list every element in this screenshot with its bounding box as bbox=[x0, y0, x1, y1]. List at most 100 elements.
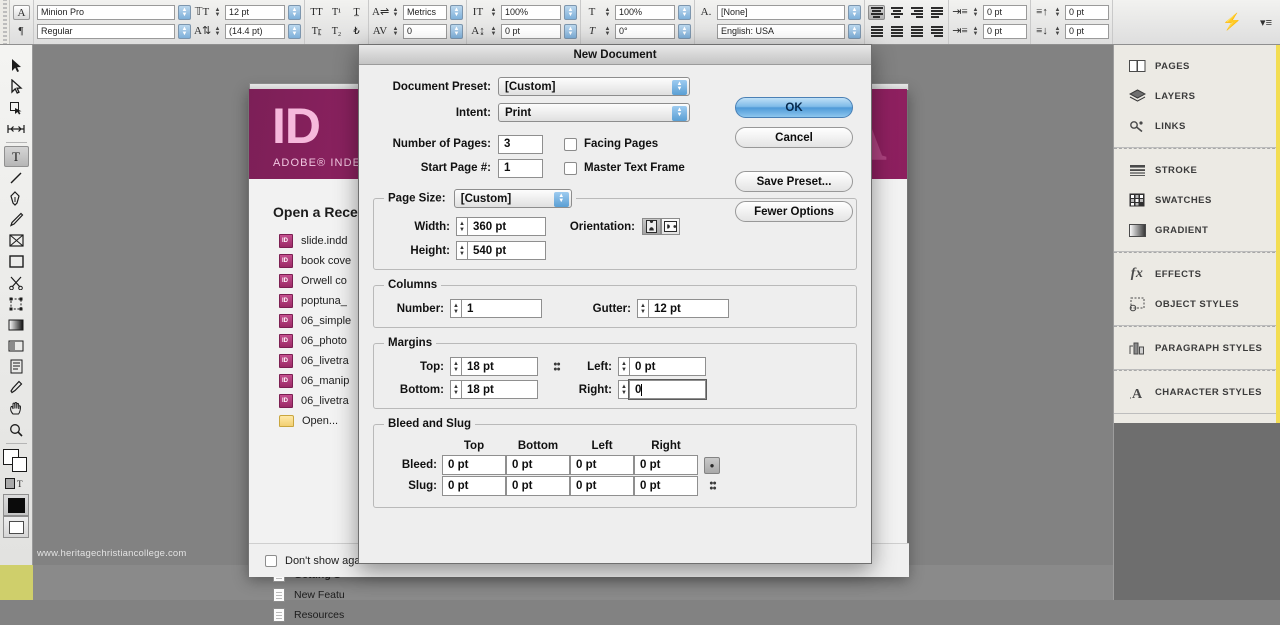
chevron-updown-icon[interactable]: ▲ ▼ bbox=[672, 105, 687, 121]
space-after-field[interactable]: 0 pt bbox=[1065, 24, 1109, 39]
tracking-field[interactable]: 0 bbox=[403, 24, 447, 39]
panel-gradient[interactable]: GRADIENT bbox=[1114, 215, 1280, 245]
control-panel-grip[interactable] bbox=[0, 0, 10, 44]
small-caps-icon[interactable]: Tṟ bbox=[308, 24, 325, 39]
fewer-options-button[interactable]: Fewer Options bbox=[735, 201, 853, 222]
eyedropper-tool[interactable] bbox=[4, 377, 29, 398]
cancel-button[interactable]: Cancel bbox=[735, 127, 853, 148]
fill-and-stroke-swatch[interactable] bbox=[3, 449, 29, 473]
number-of-pages-input[interactable]: 3 bbox=[498, 134, 543, 154]
language-field[interactable]: English: USA bbox=[717, 24, 845, 39]
pencil-tool[interactable] bbox=[4, 209, 29, 230]
rectangle-tool[interactable] bbox=[4, 251, 29, 272]
kerning-field[interactable]: Metrics bbox=[403, 5, 447, 20]
zoom-tool[interactable] bbox=[4, 419, 29, 440]
margin-top-input[interactable]: 18 pt bbox=[461, 357, 538, 376]
leading-field[interactable]: (14.4 pt) bbox=[225, 24, 285, 39]
orientation-portrait-button[interactable] bbox=[642, 218, 661, 235]
save-preset-button[interactable]: Save Preset... bbox=[735, 171, 853, 192]
space-before-field[interactable]: 0 pt bbox=[1065, 5, 1109, 20]
ok-button[interactable]: OK bbox=[735, 97, 853, 118]
paragraph-formatting-icon[interactable]: ¶ bbox=[13, 24, 29, 39]
slug-bottom-input[interactable]: 0 pt bbox=[506, 476, 570, 496]
selection-tool[interactable] bbox=[4, 55, 29, 76]
strikethrough-icon[interactable]: ₺ bbox=[348, 24, 365, 39]
skew-field[interactable]: 0° bbox=[615, 24, 675, 39]
control-paragraph-char-toggle[interactable]: A ¶ bbox=[10, 0, 34, 44]
skew-stepper[interactable]: ▲ ▼ bbox=[603, 24, 612, 39]
control-panel-menu-icon[interactable]: ▾≡ bbox=[1252, 16, 1280, 29]
panel-effects[interactable]: fx EFFECTS bbox=[1114, 259, 1280, 289]
margin-left-input[interactable]: 0 pt bbox=[629, 357, 706, 376]
type-tool[interactable]: T bbox=[3, 146, 29, 167]
kerning-dropdown-icon[interactable]: ▲ ▼ bbox=[450, 5, 463, 20]
formatting-affects-container-icon[interactable]: T bbox=[4, 473, 29, 494]
width-stepper[interactable]: ▲ ▼ bbox=[456, 217, 467, 236]
columns-number-stepper[interactable]: ▲ ▼ bbox=[450, 299, 461, 318]
free-transform-tool[interactable] bbox=[4, 293, 29, 314]
vertical-scale-stepper[interactable]: ▲ ▼ bbox=[489, 5, 498, 20]
panel-pages[interactable]: PAGES bbox=[1114, 51, 1280, 81]
margin-right-stepper[interactable]: ▲ ▼ bbox=[618, 380, 629, 399]
font-style-dropdown-icon[interactable]: ▲ ▼ bbox=[178, 24, 191, 39]
fill-swatch[interactable] bbox=[12, 457, 27, 472]
horizontal-scale-dropdown-icon[interactable]: ▲ ▼ bbox=[678, 5, 691, 20]
justify-right-icon[interactable] bbox=[888, 24, 905, 39]
resources-item[interactable]: Resources bbox=[273, 605, 345, 625]
gradient-feather-tool[interactable] bbox=[4, 335, 29, 356]
bleed-link-all-button[interactable]: ● bbox=[704, 456, 720, 474]
left-indent-stepper[interactable]: ▲ ▼ bbox=[971, 5, 980, 20]
baseline-shift-stepper[interactable]: ▲ ▼ bbox=[489, 24, 498, 39]
leading-stepper[interactable]: ▲ ▼ bbox=[213, 24, 222, 39]
panel-layers[interactable]: LAYERS bbox=[1114, 81, 1280, 111]
page-tool[interactable] bbox=[4, 97, 29, 118]
font-size-stepper[interactable]: ▲ ▼ bbox=[213, 5, 222, 20]
leading-dropdown-icon[interactable]: ▲ ▼ bbox=[288, 24, 301, 39]
apply-color-button[interactable] bbox=[3, 494, 29, 516]
hand-tool[interactable] bbox=[4, 398, 29, 419]
page-size-select[interactable]: [Custom] ▲ ▼ bbox=[453, 189, 572, 208]
panel-swatches[interactable]: SWATCHES bbox=[1114, 185, 1280, 215]
slug-link-all-icon[interactable]: ●● ●● bbox=[706, 478, 719, 495]
panel-paragraph-styles[interactable]: PARAGRAPH STYLES bbox=[1114, 333, 1280, 363]
chevron-updown-icon[interactable]: ▲ ▼ bbox=[553, 191, 569, 207]
orientation-landscape-button[interactable] bbox=[661, 218, 680, 235]
margin-left-stepper[interactable]: ▲ ▼ bbox=[618, 357, 629, 376]
left-indent-field[interactable]: 0 pt bbox=[983, 5, 1027, 20]
slug-right-input[interactable]: 0 pt bbox=[634, 476, 698, 496]
skew-dropdown-icon[interactable]: ▲ ▼ bbox=[678, 24, 691, 39]
margin-bottom-input[interactable]: 18 pt bbox=[461, 380, 538, 399]
height-input[interactable]: 540 pt bbox=[467, 241, 546, 260]
quick-apply-icon[interactable]: ⚡ bbox=[1212, 12, 1252, 32]
bleed-right-input[interactable]: 0 pt bbox=[634, 455, 698, 475]
panel-stroke[interactable]: STROKE bbox=[1114, 155, 1280, 185]
font-style-field[interactable]: Regular bbox=[37, 24, 175, 39]
dont-show-again-checkbox[interactable] bbox=[265, 554, 277, 567]
underline-icon[interactable]: T̲ bbox=[348, 5, 365, 20]
document-preset-select[interactable]: [Custom] ▲ ▼ bbox=[498, 77, 690, 96]
character-style-field[interactable]: [None] bbox=[717, 5, 845, 20]
margin-top-stepper[interactable]: ▲ ▼ bbox=[450, 357, 461, 376]
panel-character-styles[interactable]: A CHARACTER STYLES bbox=[1114, 377, 1280, 407]
note-tool[interactable] bbox=[4, 356, 29, 377]
bleed-top-input[interactable]: 0 pt bbox=[442, 455, 506, 475]
font-family-field[interactable]: Minion Pro bbox=[37, 5, 175, 20]
subscript-icon[interactable]: T₂ bbox=[328, 24, 345, 39]
gap-tool[interactable] bbox=[4, 118, 29, 139]
make-all-settings-same-icon[interactable]: ●● ●● bbox=[550, 358, 563, 375]
gutter-stepper[interactable]: ▲ ▼ bbox=[637, 299, 648, 318]
normal-view-mode-button[interactable] bbox=[3, 516, 29, 538]
rectangle-frame-tool[interactable] bbox=[4, 230, 29, 251]
pen-tool[interactable] bbox=[4, 188, 29, 209]
horizontal-scale-stepper[interactable]: ▲ ▼ bbox=[603, 5, 612, 20]
slug-left-input[interactable]: 0 pt bbox=[570, 476, 634, 496]
bleed-bottom-input[interactable]: 0 pt bbox=[506, 455, 570, 475]
baseline-shift-field[interactable]: 0 pt bbox=[501, 24, 561, 39]
facing-pages-row[interactable]: Facing Pages bbox=[564, 134, 658, 154]
align-center-icon[interactable] bbox=[888, 5, 905, 20]
justify-center-icon[interactable] bbox=[868, 24, 885, 39]
space-before-stepper[interactable]: ▲ ▼ bbox=[1053, 5, 1062, 20]
baseline-shift-dropdown-icon[interactable]: ▲ ▼ bbox=[564, 24, 577, 39]
kerning-stepper[interactable]: ▲ ▼ bbox=[391, 5, 400, 20]
intent-select[interactable]: Print ▲ ▼ bbox=[498, 103, 690, 122]
